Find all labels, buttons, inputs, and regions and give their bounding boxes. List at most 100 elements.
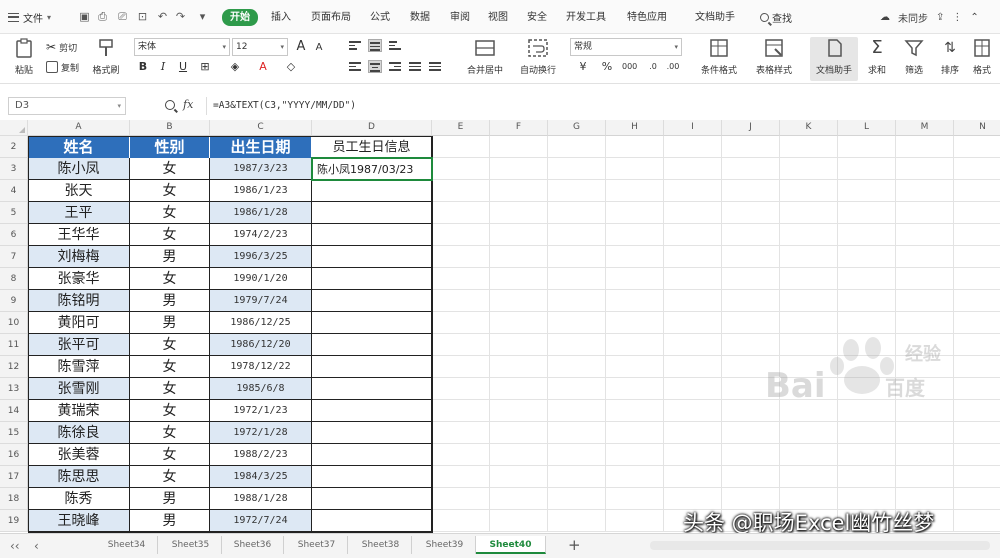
column-header[interactable]: N — [954, 120, 1000, 136]
fill-color-icon[interactable]: ◈ — [228, 60, 242, 74]
grid-cell[interactable] — [548, 488, 606, 510]
grid-cell[interactable] — [722, 466, 780, 488]
grid-cell[interactable] — [722, 136, 780, 158]
sex-cell[interactable]: 女 — [130, 378, 210, 400]
border-icon[interactable]: ⊞ — [198, 60, 212, 74]
sex-cell[interactable]: 女 — [130, 466, 210, 488]
prev-sheet-icon[interactable]: ‹ — [34, 539, 39, 553]
table-header-date[interactable]: 出生日期 — [210, 136, 312, 158]
grid-cell[interactable] — [490, 158, 548, 180]
grid-cell[interactable] — [548, 334, 606, 356]
birthdate-cell[interactable]: 1986/12/20 — [210, 334, 312, 356]
grid-cell[interactable] — [606, 268, 664, 290]
grid-cell[interactable] — [954, 488, 1000, 510]
tab-8[interactable]: 开发工具 — [562, 9, 610, 26]
underline-button[interactable]: U — [176, 60, 190, 74]
grid-cell[interactable] — [780, 180, 838, 202]
merge-center-button[interactable]: 合并居中 — [456, 37, 514, 76]
sex-cell[interactable]: 男 — [130, 488, 210, 510]
grid-cell[interactable] — [606, 246, 664, 268]
row-header[interactable]: 3 — [0, 158, 28, 180]
wrap-text-button[interactable]: 自动换行 — [516, 37, 560, 76]
grid-cell[interactable] — [490, 422, 548, 444]
grid-cell[interactable] — [490, 334, 548, 356]
column-header[interactable]: E — [432, 120, 490, 136]
birthday-info-cell[interactable] — [312, 378, 432, 400]
font-name-select[interactable]: 宋体 ▾ — [134, 38, 230, 56]
sex-cell[interactable]: 男 — [130, 246, 210, 268]
sex-cell[interactable]: 女 — [130, 224, 210, 246]
grid-cell[interactable] — [432, 158, 490, 180]
grid-cell[interactable] — [432, 444, 490, 466]
grid-cell[interactable] — [896, 246, 954, 268]
grid-cell[interactable] — [664, 158, 722, 180]
row-header[interactable]: 5 — [0, 202, 28, 224]
grid-cell[interactable] — [896, 202, 954, 224]
grid-cell[interactable] — [490, 180, 548, 202]
sex-cell[interactable]: 女 — [130, 334, 210, 356]
grid-cell[interactable] — [838, 378, 896, 400]
column-header[interactable]: M — [896, 120, 954, 136]
grid-cell[interactable] — [896, 422, 954, 444]
redo-icon[interactable]: ↷ — [174, 10, 187, 23]
sex-cell[interactable]: 女 — [130, 202, 210, 224]
sheet-tab[interactable]: Sheet39 — [414, 536, 476, 554]
align-left-icon[interactable] — [348, 60, 362, 73]
grid-cell[interactable] — [954, 290, 1000, 312]
select-all-corner[interactable] — [0, 120, 28, 136]
grid-cell[interactable] — [780, 202, 838, 224]
birthday-info-cell[interactable] — [312, 466, 432, 488]
grid-cell[interactable] — [664, 466, 722, 488]
name-cell[interactable]: 陈秀 — [28, 488, 130, 510]
grid-cell[interactable] — [606, 422, 664, 444]
grid-cell[interactable] — [780, 378, 838, 400]
grid-cell[interactable] — [432, 422, 490, 444]
align-center-icon[interactable] — [368, 60, 382, 73]
grid-cell[interactable] — [548, 356, 606, 378]
table-header-birthday-info[interactable]: 员工生日信息 — [312, 136, 432, 158]
birthday-info-cell[interactable] — [312, 202, 432, 224]
row-header[interactable]: 18 — [0, 488, 28, 510]
grid-cell[interactable] — [490, 466, 548, 488]
grid-cell[interactable] — [838, 202, 896, 224]
birthday-info-cell[interactable] — [312, 312, 432, 334]
grid-cell[interactable] — [780, 158, 838, 180]
column-header[interactable]: A — [28, 120, 130, 136]
grid-cell[interactable] — [606, 466, 664, 488]
name-cell[interactable]: 黄瑞荣 — [28, 400, 130, 422]
share-icon[interactable]: ⇪ — [936, 12, 944, 23]
name-cell[interactable]: 陈铭明 — [28, 290, 130, 312]
grid-cell[interactable] — [606, 334, 664, 356]
name-cell[interactable]: 陈思思 — [28, 466, 130, 488]
grid-cell[interactable] — [548, 510, 606, 532]
print-preview-icon[interactable]: ⊡ — [136, 10, 149, 23]
grid-cell[interactable] — [664, 400, 722, 422]
grid-cell[interactable] — [838, 180, 896, 202]
save-icon[interactable]: ▣ — [78, 10, 91, 23]
grid-cell[interactable] — [896, 290, 954, 312]
grid-cell[interactable] — [432, 466, 490, 488]
grid-cell[interactable] — [606, 312, 664, 334]
grid-cell[interactable] — [722, 444, 780, 466]
row-header[interactable]: 15 — [0, 422, 28, 444]
grid-cell[interactable] — [490, 246, 548, 268]
row-header[interactable]: 8 — [0, 268, 28, 290]
grid-cell[interactable] — [432, 180, 490, 202]
grid-cell[interactable] — [838, 400, 896, 422]
column-header[interactable]: C — [210, 120, 312, 136]
column-header[interactable]: H — [606, 120, 664, 136]
grid-cell[interactable] — [606, 378, 664, 400]
sex-cell[interactable]: 女 — [130, 422, 210, 444]
undo-icon[interactable]: ↶ — [156, 10, 169, 23]
grid-cell[interactable] — [780, 356, 838, 378]
grid-cell[interactable] — [548, 224, 606, 246]
grid-cell[interactable] — [548, 202, 606, 224]
birthday-info-cell[interactable] — [312, 268, 432, 290]
grid-cell[interactable] — [490, 400, 548, 422]
name-cell[interactable]: 黄阳可 — [28, 312, 130, 334]
birthdate-cell[interactable]: 1986/1/23 — [210, 180, 312, 202]
grid-cell[interactable] — [548, 246, 606, 268]
tab-9[interactable]: 特色应用 — [620, 9, 674, 26]
first-sheet-icon[interactable]: ‹‹ — [10, 539, 20, 553]
grid-cell[interactable] — [954, 356, 1000, 378]
